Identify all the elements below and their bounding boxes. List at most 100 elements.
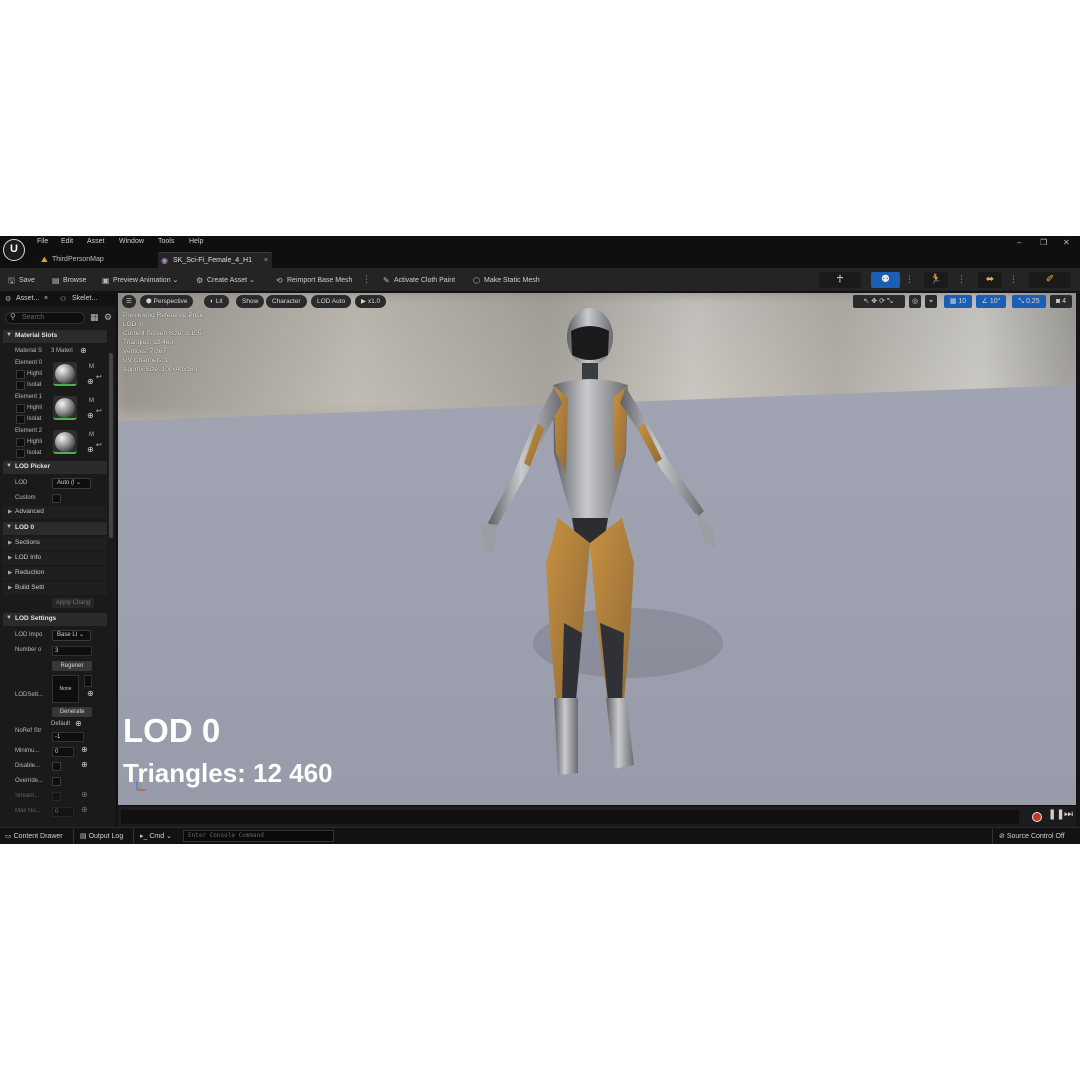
max-num-streamed-input[interactable]: 0 — [52, 807, 74, 817]
material-thumbnail[interactable] — [53, 362, 77, 386]
angle-snap-button[interactable]: ∠ 10° — [976, 295, 1006, 308]
blueprint-mode-button[interactable]: ⬌ — [978, 272, 1002, 288]
highlight-checkbox[interactable] — [16, 438, 25, 447]
highlight-checkbox[interactable] — [16, 370, 25, 379]
save-button[interactable]: 🖫 Save — [8, 274, 35, 287]
content-drawer-button[interactable]: ▭ Content Drawer — [5, 832, 63, 840]
camera-speed-button[interactable]: ◙ 4 — [1050, 295, 1072, 308]
disable-below-min-checkbox[interactable] — [52, 762, 61, 771]
menu-tools[interactable]: Tools — [158, 238, 174, 245]
isolate-checkbox[interactable] — [16, 415, 25, 424]
material-thumbnail[interactable] — [53, 396, 77, 420]
reset-arrow-icon[interactable]: ↩ — [96, 373, 102, 381]
browse-material-icon[interactable]: ⊕ — [87, 445, 94, 454]
mesh-mode-button[interactable]: ⚉ — [871, 272, 900, 288]
physics-mode-button[interactable]: ✐ — [1029, 272, 1071, 288]
add-max-streamed-override-icon[interactable]: ⊕ — [81, 805, 88, 814]
timeline-scrubber[interactable] — [121, 810, 1019, 824]
lit-button[interactable]: ◐ Lit — [204, 295, 229, 308]
tab-skeleton-tree[interactable]: Skelet... — [72, 295, 97, 302]
animation-mode-options-icon[interactable]: ⋮ — [957, 274, 966, 285]
grid-snap-button[interactable]: ▦ 10 — [944, 295, 972, 308]
viewport[interactable]: ☰ ⬢ Perspective ◐ Lit Show Character LOD… — [118, 293, 1076, 805]
sections-row[interactable]: ▶ Sections — [3, 537, 107, 550]
viewport-menu-icon[interactable]: ☰ — [122, 295, 136, 308]
skeleton-mode-button[interactable]: ☥ — [819, 272, 861, 288]
minimize-button[interactable]: – — [1017, 238, 1021, 247]
menu-file[interactable]: File — [37, 238, 48, 245]
add-minimum-override-icon[interactable]: ⊕ — [81, 745, 88, 754]
output-log-button[interactable]: ▤ Output Log — [80, 832, 123, 840]
build-settings-row[interactable]: ▶ Build Setti — [3, 582, 107, 595]
regenerate-button[interactable]: Regener — [52, 661, 92, 671]
more-options-icon[interactable]: ⋮ — [362, 274, 371, 285]
pause-button[interactable]: ❚❚ — [1048, 809, 1065, 820]
lod-import-select[interactable]: Base LI ⌄ — [52, 630, 91, 641]
surface-snap-icon[interactable]: ⌖ — [925, 295, 937, 308]
lod-info-row[interactable]: ▶ LOD Info — [3, 552, 107, 565]
add-override-icon[interactable]: ⊕ — [75, 719, 82, 728]
step-forward-button[interactable]: ⏭ — [1064, 809, 1073, 820]
details-search-input[interactable]: ⚲ Search — [5, 312, 85, 324]
lod-settings-thumbnail[interactable]: None — [52, 675, 79, 703]
menu-edit[interactable]: Edit — [61, 238, 73, 245]
reduction-row[interactable]: ▶ Reduction — [3, 567, 107, 580]
menu-help[interactable]: Help — [189, 238, 203, 245]
close-tab-icon[interactable]: × — [264, 253, 268, 269]
unreal-logo-icon[interactable]: U — [3, 239, 25, 261]
mesh-mode-options-icon[interactable]: ⋮ — [905, 274, 914, 285]
isolate-checkbox[interactable] — [16, 381, 25, 390]
highlight-checkbox[interactable] — [16, 404, 25, 413]
reimport-button[interactable]: ⟲ Reimport Base Mesh — [276, 274, 352, 287]
material-picker[interactable]: M — [89, 432, 94, 438]
character-button[interactable]: Character — [266, 295, 307, 308]
transform-tools[interactable]: ↖✥⟳⤡ — [853, 295, 905, 308]
stream-lods-checkbox[interactable] — [52, 792, 61, 801]
material-picker[interactable]: M — [89, 398, 94, 404]
material-thumbnail[interactable] — [53, 430, 77, 454]
lod-settings-picker[interactable] — [84, 675, 92, 687]
add-material-icon[interactable]: ⊕ — [80, 346, 87, 355]
reset-arrow-icon[interactable]: ↩ — [96, 407, 102, 415]
reset-arrow-icon[interactable]: ↩ — [96, 441, 102, 449]
menu-window[interactable]: Window — [119, 238, 144, 245]
activate-cloth-paint-button[interactable]: ✎ Activate Cloth Paint — [383, 274, 455, 287]
browse-material-icon[interactable]: ⊕ — [87, 377, 94, 386]
lod-select[interactable]: Auto (l ⌄ — [52, 478, 91, 489]
world-local-icon[interactable]: ◎ — [909, 295, 921, 308]
cmd-dropdown[interactable]: ▸_ Cmd ⌄ — [140, 832, 172, 840]
restore-button[interactable]: ❐ — [1040, 238, 1047, 247]
browse-button[interactable]: ▤ Browse — [52, 274, 86, 287]
advanced-row[interactable]: ▶ Advanced — [3, 506, 107, 519]
menu-asset[interactable]: Asset — [87, 238, 105, 245]
close-asset-tab-icon[interactable]: × — [44, 295, 48, 302]
apply-changes-button[interactable]: Apply Chang — [52, 598, 94, 608]
close-window-button[interactable]: ✕ — [1063, 238, 1070, 247]
add-disable-override-icon[interactable]: ⊕ — [81, 760, 88, 769]
section-lod-0[interactable]: ▼ LOD 0 — [3, 522, 107, 535]
details-scrollbar[interactable] — [109, 353, 113, 538]
table-view-icon[interactable]: ▦ — [90, 312, 99, 323]
tab-sk-sci-fi-female[interactable]: ◉ SK_Sci-Fi_Female_4_H1 × — [158, 252, 272, 268]
noref-streaming-input[interactable]: -1 — [52, 732, 84, 742]
number-of-lods-input[interactable]: 3 — [52, 646, 92, 656]
tab-asset-details[interactable]: Asset... — [16, 295, 39, 302]
browse-lod-settings-icon[interactable]: ⊕ — [87, 689, 94, 698]
playback-speed-button[interactable]: ▶ x1.0 — [355, 295, 387, 308]
section-material-slots[interactable]: ▼ Material Slots — [3, 330, 107, 343]
make-static-mesh-button[interactable]: ⬡ Make Static Mesh — [473, 274, 540, 287]
animation-mode-button[interactable]: 🏃 — [924, 272, 948, 288]
show-button[interactable]: Show — [236, 295, 265, 308]
scale-snap-button[interactable]: ⤡ 0.25 — [1012, 295, 1046, 308]
record-button[interactable] — [1032, 812, 1042, 822]
override-lod-streaming-checkbox[interactable] — [52, 777, 61, 786]
console-command-input[interactable]: Enter Console Command — [183, 830, 334, 842]
add-stream-override-icon[interactable]: ⊕ — [81, 790, 88, 799]
perspective-button[interactable]: ⬢ Perspective — [140, 295, 194, 308]
custom-checkbox[interactable] — [52, 494, 61, 503]
minimum-lod-input[interactable]: 0 — [52, 747, 74, 757]
blueprint-mode-options-icon[interactable]: ⋮ — [1009, 274, 1018, 285]
preview-animation-button[interactable]: ▣ Preview Animation ⌄ — [102, 274, 178, 287]
material-picker[interactable]: M — [89, 364, 94, 370]
source-control-button[interactable]: ⊘ Source Control Off — [999, 832, 1065, 840]
